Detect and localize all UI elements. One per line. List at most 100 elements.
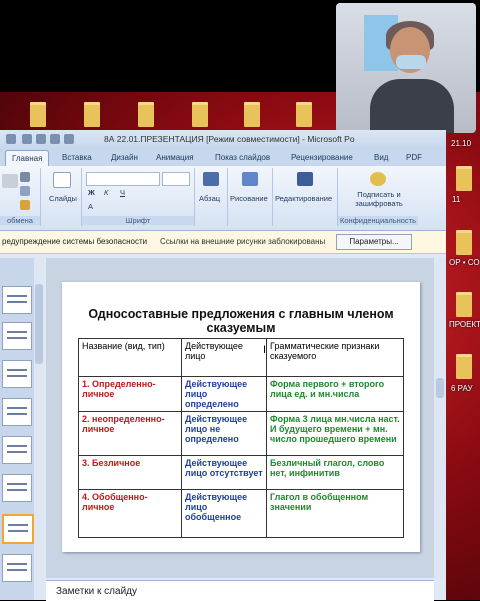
tab-pdf[interactable]: PDF <box>406 153 422 162</box>
table-cell: 4. Обобщенно-личное <box>78 489 182 538</box>
title-bar: 8А 22.01.ПРЕЗЕНТАЦИЯ [Режим совместимост… <box>0 130 446 150</box>
slide-thumbnail[interactable] <box>2 554 32 582</box>
save-icon[interactable] <box>22 134 32 144</box>
tab-home[interactable]: Главная <box>5 150 50 166</box>
quick-access-dropdown-icon[interactable] <box>64 134 74 144</box>
bold-button[interactable]: Ж <box>88 188 95 197</box>
slide-thumbnail[interactable] <box>2 398 32 426</box>
group-label: Шрифт <box>82 216 194 225</box>
slide-thumbnail[interactable] <box>2 286 32 314</box>
paragraph-icon[interactable] <box>203 172 219 186</box>
desktop-folder-icon[interactable] <box>192 102 208 127</box>
table-row: 1. Определенно-личное Действующее лицо о… <box>78 376 404 412</box>
table-cell: Безличный глагол, слово нет, инфинитив <box>266 455 404 490</box>
cut-icon[interactable] <box>20 172 30 182</box>
desktop-folder-icon[interactable] <box>244 102 260 127</box>
desktop-folder-icon[interactable] <box>296 102 312 127</box>
table-cell: Глагол в обобщенном значении <box>266 489 404 538</box>
drawing-icon[interactable] <box>242 172 258 186</box>
table-header-cell: Грамматические признаки сказуемого <box>266 338 404 377</box>
underline-button[interactable]: Ч <box>120 188 125 197</box>
table-cell: Форма 3 лица мн.числа наст. И будущего в… <box>266 411 404 456</box>
find-icon[interactable] <box>297 172 313 186</box>
desktop-folder-icon[interactable] <box>456 292 472 317</box>
table-cell: Действующее лицо не определено <box>181 411 267 456</box>
table-cell: Форма первого + второго лица ед. и мн.чи… <box>266 376 404 412</box>
ribbon-tabs: Главная Вставка Дизайн Анимация Показ сл… <box>0 150 446 166</box>
tab-animation[interactable]: Анимация <box>156 153 194 162</box>
group-slides: Слайды <box>41 168 82 226</box>
security-warning-title: редупреждение системы безопасности <box>2 237 148 246</box>
group-drawing: Рисование <box>228 168 273 226</box>
font-color-button[interactable]: А <box>88 202 93 211</box>
group-sign: Подписать и зашифровать Конфиденциальнос… <box>338 168 418 226</box>
desktop-folder-icon[interactable] <box>456 354 472 379</box>
text-cursor-icon: I <box>263 344 267 356</box>
tab-view[interactable]: Вид <box>374 153 388 162</box>
redo-icon[interactable] <box>50 134 60 144</box>
office-icon[interactable] <box>6 134 16 144</box>
sign-button-label[interactable]: Подписать и зашифровать <box>344 190 414 208</box>
format-painter-icon[interactable] <box>20 200 30 210</box>
table-cell: 1. Определенно-личное <box>78 376 182 412</box>
desktop-folder-icon[interactable] <box>84 102 100 127</box>
table-cell: 3. Безличное <box>78 455 182 490</box>
slides-button-label[interactable]: Слайды <box>49 194 77 203</box>
group-font: Ж К Ч А Шрифт <box>82 168 195 226</box>
table-row: 2. неопределенно-личное Действующее лицо… <box>78 411 404 456</box>
table-cell: Действующее лицо определено <box>181 376 267 412</box>
ribbon: обмена Слайды Ж К Ч А Шрифт Абзац Рисова… <box>0 166 446 231</box>
group-label: обмена <box>0 216 40 225</box>
desktop-folder-icon[interactable] <box>138 102 154 127</box>
desktop-icon-label: 6 РАУ <box>451 384 473 393</box>
undo-icon[interactable] <box>36 134 46 144</box>
paste-icon[interactable] <box>2 174 18 188</box>
tab-review[interactable]: Рецензирование <box>291 153 353 162</box>
table-cell: Действующее лицо отсутствует <box>181 455 267 490</box>
editing-button-label[interactable]: Редактирование <box>275 194 332 203</box>
clock-text: 21.10 <box>451 139 472 148</box>
desktop-folder-icon[interactable] <box>30 102 46 127</box>
tab-slideshow[interactable]: Показ слайдов <box>215 153 270 162</box>
paragraph-button-label[interactable]: Абзац <box>199 194 220 203</box>
slide[interactable]: Односоставные предложения с главным член… <box>62 282 420 552</box>
font-size-select[interactable] <box>162 172 190 186</box>
notes-placeholder: Заметки к слайду <box>56 586 137 597</box>
slide-thumbnail[interactable] <box>2 474 32 502</box>
powerpoint-window: 8А 22.01.ПРЕЗЕНТАЦИЯ [Режим совместимост… <box>0 130 446 601</box>
desktop-icon-label: 11 <box>452 195 461 204</box>
desktop-folder-icon[interactable] <box>456 166 472 191</box>
slide-table[interactable]: Название (вид, тип) Действующее лицо Гра… <box>78 338 404 538</box>
table-row: 4. Обобщенно-личное Действующее лицо обо… <box>78 489 404 538</box>
drawing-button-label[interactable]: Рисование <box>230 194 268 203</box>
group-label: Конфиденциальность <box>338 216 418 225</box>
slide-thumbnail[interactable] <box>2 360 32 388</box>
slide-title: Односоставные предложения с главным член… <box>88 307 394 335</box>
tab-design[interactable]: Дизайн <box>111 153 138 162</box>
group-editing: Редактирование <box>273 168 338 226</box>
slide-thumbnail[interactable] <box>2 322 32 350</box>
table-header-cell: Название (вид, тип) <box>78 338 182 377</box>
slide-scrollbar[interactable] <box>434 258 446 578</box>
italic-button[interactable]: К <box>104 188 108 197</box>
desktop-icon-label: ПРОЕКТ <box>449 320 480 329</box>
table-cell: Действующее лицо обобщенное <box>181 489 267 538</box>
group-clipboard: обмена <box>0 168 41 226</box>
new-slide-icon[interactable] <box>53 172 71 188</box>
sign-encrypt-icon[interactable] <box>370 172 386 186</box>
font-family-select[interactable] <box>86 172 160 186</box>
security-warning-message: Ссылки на внешние рисунки заблокированы <box>160 237 326 246</box>
thumbnails-scrollbar[interactable] <box>34 258 44 600</box>
tab-insert[interactable]: Вставка <box>62 153 92 162</box>
security-warning-bar: редупреждение системы безопасности Ссылк… <box>0 231 446 254</box>
group-paragraph: Абзац <box>195 168 228 226</box>
slide-thumbnail[interactable] <box>2 436 32 464</box>
options-button[interactable]: Параметры... <box>336 234 412 250</box>
slide-editing-area: Односоставные предложения с главным член… <box>46 258 434 578</box>
notes-pane[interactable]: Заметки к слайду <box>46 580 434 601</box>
slide-thumbnail-selected[interactable] <box>2 514 34 544</box>
table-cell: 2. неопределенно-личное <box>78 411 182 456</box>
copy-icon[interactable] <box>20 186 30 196</box>
window-title: 8А 22.01.ПРЕЗЕНТАЦИЯ [Режим совместимост… <box>104 134 355 144</box>
desktop-folder-icon[interactable] <box>456 230 472 255</box>
